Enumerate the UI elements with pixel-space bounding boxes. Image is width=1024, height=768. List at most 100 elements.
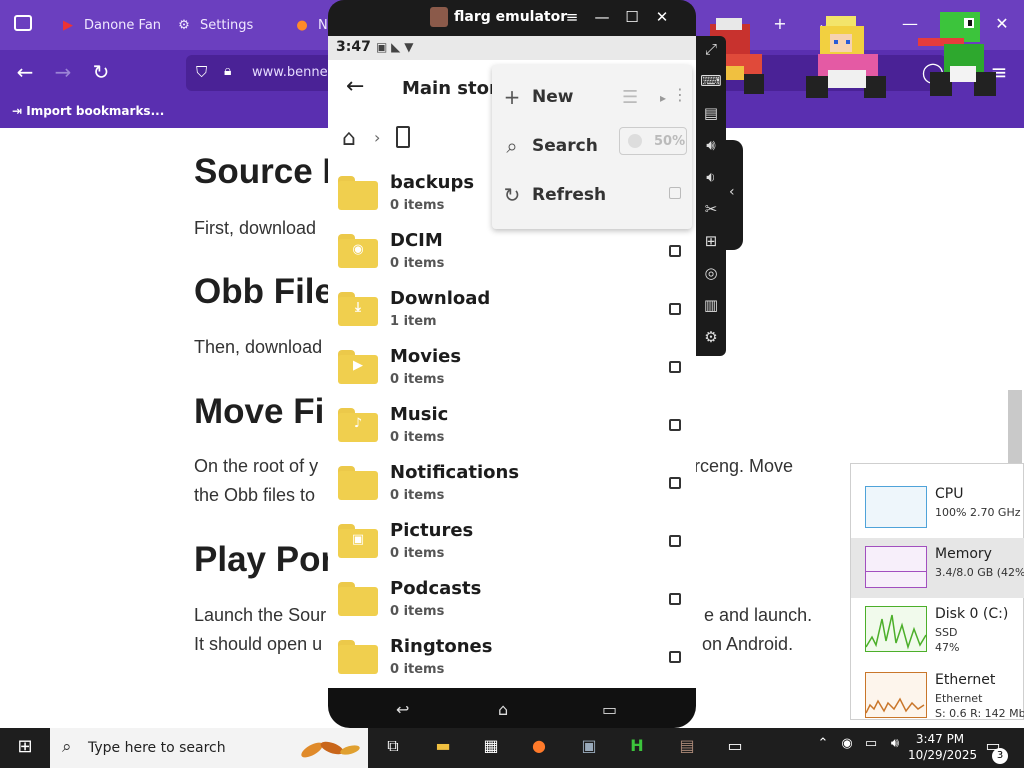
- tab-settings[interactable]: ⚙ Settings: [176, 8, 253, 42]
- location-icon[interactable]: ◎: [700, 264, 722, 282]
- select-checkbox[interactable]: [669, 303, 681, 315]
- emulator-maximize-button[interactable]: ☐: [622, 8, 642, 26]
- taskbar-clock[interactable]: 3:47 PM 10/29/2025: [908, 731, 977, 763]
- tab-danone[interactable]: ▶ Danone Fan: [60, 8, 161, 42]
- tray-chevron-up-icon[interactable]: ⌃: [810, 736, 836, 760]
- select-checkbox[interactable]: [669, 593, 681, 605]
- volume-up-icon[interactable]: 🔊︎: [700, 136, 722, 154]
- select-checkbox[interactable]: [669, 535, 681, 547]
- tm-ethernet[interactable]: Ethernet Ethernet S: 0.6 R: 142 Mbp: [851, 664, 1024, 724]
- fullscreen-icon[interactable]: ⤢: [700, 40, 722, 58]
- emulator-menu-icon[interactable]: ≡: [562, 8, 582, 26]
- list-item[interactable]: Ringtones 0 items: [328, 630, 696, 688]
- paragraph-3-left: On the root of y: [194, 456, 319, 476]
- home-icon[interactable]: ⌂: [342, 126, 356, 151]
- list-item[interactable]: Notifications 0 items: [328, 456, 696, 514]
- screenshot-icon[interactable]: ✂: [700, 200, 722, 218]
- back-arrow-icon[interactable]: ←: [346, 74, 364, 99]
- folder-icon: [338, 466, 378, 500]
- keyboard-icon[interactable]: ⌨: [700, 72, 722, 90]
- cpu-title: CPU: [935, 486, 964, 502]
- apk-install-icon[interactable]: ▤: [700, 104, 722, 122]
- menu-item-label: New: [532, 87, 574, 107]
- network-icon[interactable]: ▭: [858, 736, 884, 760]
- settings-icon[interactable]: ⚙: [700, 328, 722, 346]
- shake-icon[interactable]: ▥: [700, 296, 722, 314]
- emulator-close-button[interactable]: ✕: [652, 8, 672, 26]
- list-item[interactable]: ▶ Movies 0 items: [328, 340, 696, 398]
- toolbar-collapse-tab[interactable]: ‹: [726, 140, 743, 250]
- youtube-icon: ▶: [63, 17, 73, 33]
- tm-memory[interactable]: Memory 3.4/8.0 GB (42%): [851, 538, 1024, 598]
- h-app-icon[interactable]: H: [624, 736, 650, 760]
- paragraph-4-left: Launch the Sour: [194, 605, 327, 625]
- list-item[interactable]: Podcasts 0 items: [328, 572, 696, 630]
- zoom-circle-icon: [628, 134, 642, 148]
- app-icon[interactable]: ▣: [576, 736, 602, 760]
- tab-overview-icon[interactable]: [14, 15, 32, 31]
- terminal-icon[interactable]: ▭: [722, 736, 748, 760]
- lock-icon[interactable]: 🔒︎: [224, 63, 231, 79]
- refresh-checkbox[interactable]: [669, 187, 681, 199]
- list-item[interactable]: ◉ DCIM 0 items: [328, 224, 696, 282]
- new-tab-button[interactable]: +: [768, 14, 792, 33]
- overflow-menu: + New ☰ ▸ ⋮ ⌕ Search 50% ↻ Refresh: [492, 65, 692, 229]
- select-checkbox[interactable]: [669, 419, 681, 431]
- android-recents-icon[interactable]: ▭: [602, 700, 617, 719]
- file-name: backups: [390, 172, 475, 193]
- file-explorer-icon[interactable]: ▬: [430, 736, 456, 760]
- memory-graph: [865, 546, 927, 588]
- list-item[interactable]: ♪ Music 0 items: [328, 398, 696, 456]
- ethernet-graph: [865, 672, 927, 718]
- breadcrumb-chevron-icon: ›: [374, 128, 381, 147]
- search-icon: ⌕: [506, 134, 518, 158]
- chevron-left-icon: ‹: [729, 184, 735, 200]
- tab-other[interactable]: ● N: [294, 8, 327, 42]
- select-checkbox[interactable]: [669, 361, 681, 373]
- store-icon[interactable]: ▦: [478, 736, 504, 760]
- import-bookmarks-link[interactable]: ⇥ Import bookmarks...: [12, 104, 164, 118]
- music-folder-icon: ♪: [338, 408, 378, 442]
- menu-item-new[interactable]: + New ☰ ▸ ⋮: [492, 73, 692, 121]
- reload-icon[interactable]: ↻: [88, 60, 114, 84]
- forward-icon[interactable]: →: [50, 60, 76, 84]
- page-scrollbar[interactable]: [1008, 390, 1022, 468]
- tray-app-icon[interactable]: ◉: [834, 736, 860, 760]
- paragraph-1: First, download: [194, 218, 317, 238]
- volume-down-icon[interactable]: 🔉︎: [700, 168, 722, 186]
- emulator-minimize-button[interactable]: —: [592, 8, 612, 26]
- firefox-taskbar-icon[interactable]: ●: [526, 736, 552, 760]
- list-view-icon[interactable]: ☰: [622, 87, 638, 108]
- android-home-icon[interactable]: ⌂: [498, 700, 508, 719]
- file-name: Music: [390, 404, 449, 425]
- status-icons: ▣ ◣ ▼: [376, 40, 414, 54]
- back-icon[interactable]: ←: [12, 60, 38, 84]
- paragraph-4-right: e and launch.: [704, 605, 813, 625]
- task-manager-panel: CPU 100% 2.70 GHz Memory 3.4/8.0 GB (42%…: [850, 463, 1024, 720]
- file-name: DCIM: [390, 230, 443, 251]
- emulator-title-bar[interactable]: flarg emulator ≡ — ☐ ✕: [328, 0, 696, 36]
- tm-disk[interactable]: Disk 0 (C:) SSD 47%: [851, 598, 1024, 658]
- taskbar-search[interactable]: ⌕ Type here to search: [50, 728, 368, 768]
- memory-title: Memory: [935, 546, 992, 562]
- disk-graph: [865, 606, 927, 652]
- device-storage-icon[interactable]: [396, 126, 410, 148]
- menu-item-refresh[interactable]: ↻ Refresh: [492, 171, 692, 219]
- select-checkbox[interactable]: [669, 477, 681, 489]
- list-item[interactable]: ▣ Pictures 0 items: [328, 514, 696, 572]
- select-checkbox[interactable]: [669, 651, 681, 663]
- more-options-icon[interactable]: ⋮: [672, 85, 688, 104]
- windows-start-icon[interactable]: ⊞: [12, 736, 38, 760]
- autumn-leaves-icon: [294, 732, 364, 764]
- emulator-taskbar-icon[interactable]: ▤: [674, 736, 700, 760]
- emulator-title: flarg emulator: [454, 9, 568, 25]
- zoom-indicator[interactable]: 50%: [619, 127, 687, 155]
- tm-cpu[interactable]: CPU 100% 2.70 GHz: [851, 478, 1024, 538]
- volume-icon[interactable]: 🔊︎: [882, 736, 908, 760]
- shield-icon[interactable]: ⛉: [196, 63, 207, 81]
- select-checkbox[interactable]: [669, 245, 681, 257]
- add-file-icon[interactable]: ⊞: [700, 232, 722, 250]
- task-view-icon[interactable]: ⧉: [380, 736, 406, 760]
- list-item[interactable]: ⤓ Download 1 item: [328, 282, 696, 340]
- android-back-icon[interactable]: ↩: [396, 700, 409, 719]
